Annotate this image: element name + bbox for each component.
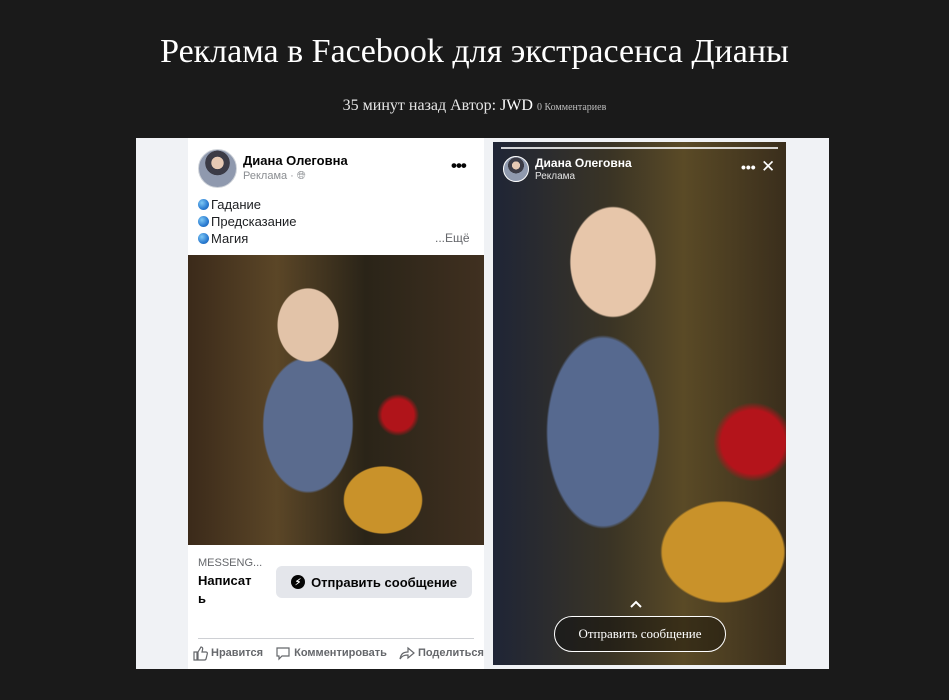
cta-title: Написат ь [198, 573, 252, 606]
globe-emoji-icon [198, 199, 209, 210]
see-more-link[interactable]: ...Ещё [435, 231, 470, 245]
story-send-message-button[interactable]: Отправить сообщение [554, 616, 726, 652]
globe-small-icon: 🌐︎ [296, 170, 306, 182]
comments-link[interactable]: 0 Комментариев [537, 102, 606, 113]
article-title: Реклама в Facebook для экстрасенса Дианы [160, 33, 789, 70]
story-sponsored-label: Реклама [535, 171, 576, 182]
story-preview[interactable]: Диана Олеговна Реклама ••• ✕ Отправить с… [493, 142, 786, 665]
post-line: Магия [198, 230, 297, 247]
author-prefix: Автор: [450, 97, 497, 114]
thumbs-up-icon [193, 646, 208, 661]
globe-emoji-icon [198, 216, 209, 227]
page-name[interactable]: Диана Олеговна [243, 153, 348, 168]
cta-area: MESSENG... Написат ь ⚡︎ Отправить сообще… [188, 545, 484, 669]
post-photo[interactable] [188, 255, 484, 545]
globe-emoji-icon [198, 233, 209, 244]
story-page-name[interactable]: Диана Олеговна [535, 156, 632, 170]
post-actions: Нравится Комментировать Поделиться [192, 645, 484, 661]
story-progress-bar [501, 147, 778, 149]
comment-button[interactable]: Комментировать [275, 645, 387, 661]
share-arrow-icon [399, 646, 415, 660]
like-button[interactable]: Нравится [192, 645, 263, 661]
author-link[interactable]: JWD [500, 97, 533, 114]
story-avatar[interactable] [503, 156, 529, 182]
article-time: 35 минут назад [342, 97, 447, 114]
story-more-dots-icon[interactable]: ••• [741, 159, 756, 175]
close-icon[interactable]: ✕ [761, 157, 775, 177]
messenger-icon: ⚡︎ [291, 575, 306, 589]
post-text: Гадание Предсказание Магия [198, 196, 297, 247]
divider [198, 638, 474, 639]
feed-post: Диана Олеговна Реклама · 🌐︎ ••• Гадание … [188, 138, 484, 669]
post-line: Предсказание [198, 213, 297, 230]
sponsored-label: Реклама · 🌐︎ [243, 170, 306, 182]
ad-preview-image: Диана Олеговна Реклама · 🌐︎ ••• Гадание … [136, 138, 829, 669]
send-message-button[interactable]: ⚡︎ Отправить сообщение [276, 566, 472, 598]
cta-label: MESSENG... [198, 557, 263, 569]
article-meta: 35 минут назад Автор: JWD 0 Комментариев [0, 97, 949, 115]
page-avatar[interactable] [198, 149, 237, 188]
post-line: Гадание [198, 196, 297, 213]
comment-bubble-icon [276, 647, 290, 661]
share-button[interactable]: Поделиться [399, 645, 484, 661]
more-dots-icon[interactable]: ••• [451, 156, 467, 176]
chevron-up-icon [630, 600, 642, 608]
